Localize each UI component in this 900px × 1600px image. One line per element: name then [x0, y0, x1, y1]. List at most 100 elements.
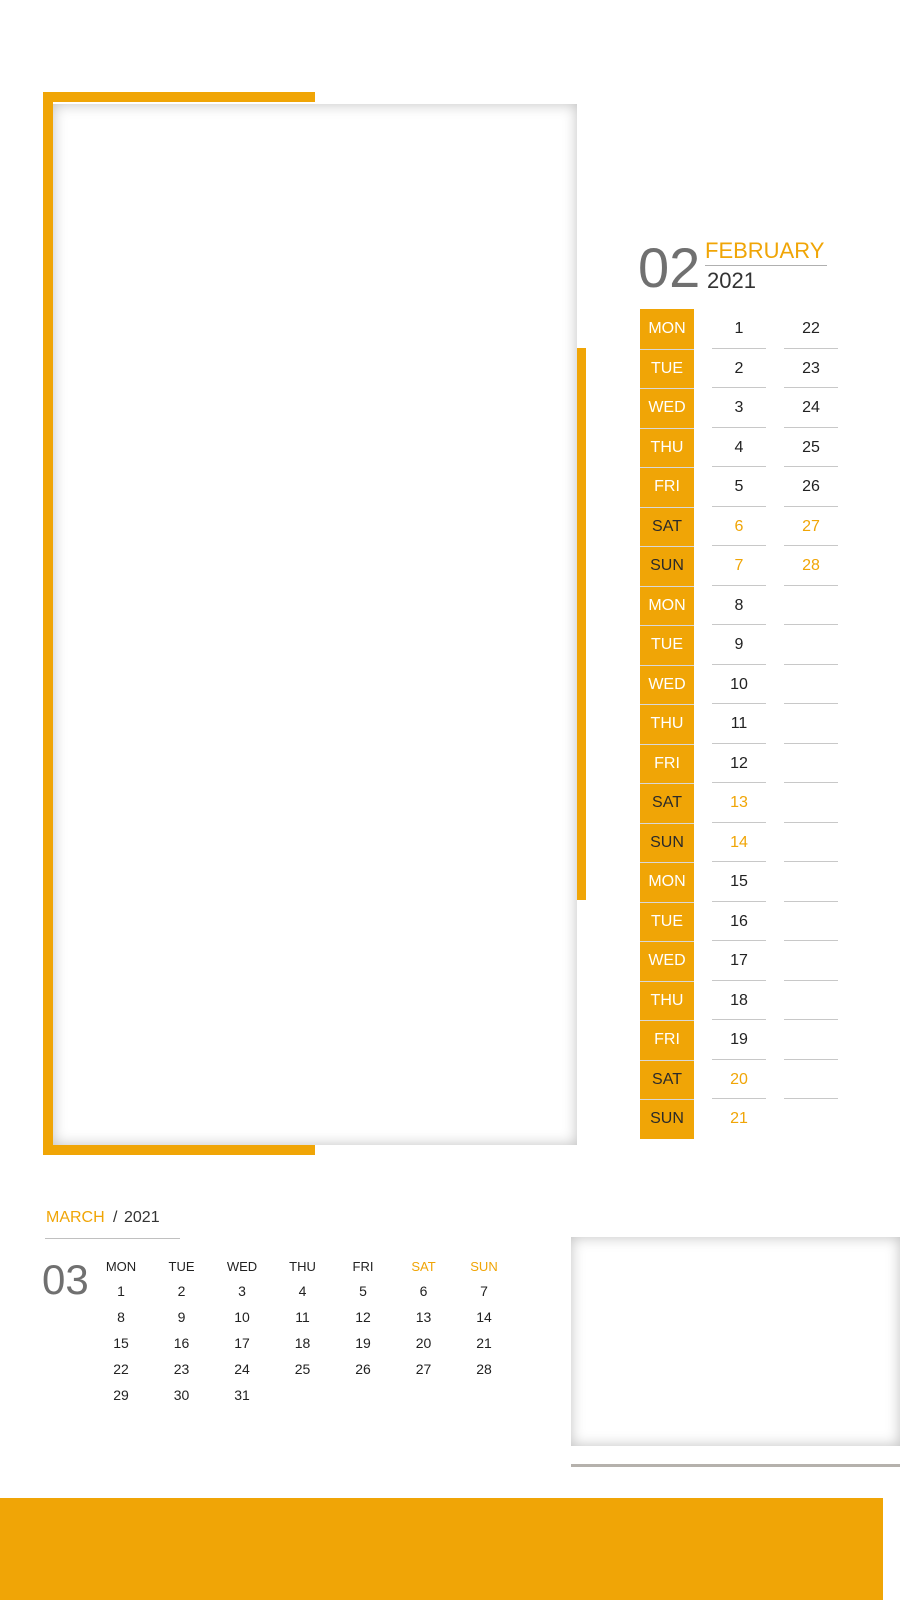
small-photo-placeholder — [571, 1237, 900, 1446]
february-header-divider — [705, 265, 827, 266]
march-weekday-header: THU — [289, 1259, 316, 1274]
day-label: WED — [648, 952, 686, 969]
date-cell: 9 — [734, 636, 744, 653]
day-separator — [640, 1020, 694, 1021]
date-cell: 25 — [802, 438, 820, 456]
date-cell: 6 — [734, 517, 744, 535]
date-cell: 26 — [802, 478, 820, 495]
day-label: TUE — [651, 912, 683, 930]
day-separator — [640, 664, 694, 666]
march-date-cell: 15 — [113, 1335, 129, 1351]
day-label: MON — [648, 873, 686, 890]
day-separator — [640, 862, 694, 863]
day-label: FRI — [654, 1031, 680, 1048]
march-date-cell: 28 — [476, 1361, 492, 1377]
march-title-separator: / — [113, 1209, 118, 1226]
date-cell: 23 — [802, 359, 820, 377]
date-cell: 19 — [730, 1031, 748, 1048]
frame-top-bar — [43, 92, 315, 102]
march-date-cell: 26 — [355, 1361, 371, 1377]
date-cell: 21 — [730, 1110, 748, 1127]
february-number: 02 — [638, 236, 701, 299]
date-line — [784, 861, 838, 862]
march-date-cell: 5 — [359, 1283, 367, 1299]
march-date-cell: 3 — [238, 1283, 246, 1299]
february-year: 2021 — [707, 268, 756, 293]
march-header-divider — [45, 1238, 180, 1239]
date-cell: 20 — [730, 1070, 748, 1088]
date-cell: 3 — [734, 399, 744, 416]
day-separator — [640, 467, 694, 468]
february-month-name: FEBRUARY — [705, 238, 825, 263]
march-weekday-header: SUN — [470, 1259, 498, 1274]
march-weekday-header: SAT — [411, 1259, 436, 1274]
day-label: MON — [648, 320, 686, 337]
date-cell: 10 — [730, 675, 748, 693]
date-line — [784, 940, 838, 941]
date-line — [784, 821, 838, 823]
day-separator — [640, 704, 694, 705]
march-weekday-header: FRI — [352, 1259, 374, 1274]
march-date-cell: 29 — [113, 1387, 129, 1403]
march-date-cell: 1 — [117, 1283, 125, 1299]
date-cell: 27 — [802, 517, 820, 535]
march-date-cell: 2 — [177, 1283, 186, 1299]
day-separator — [640, 783, 694, 784]
date-line — [784, 979, 838, 981]
day-separator — [640, 427, 694, 429]
day-separator — [640, 546, 694, 547]
day-separator — [640, 585, 694, 587]
date-cell: 17 — [730, 952, 748, 969]
small-photo-underline — [571, 1464, 900, 1467]
march-date-cell: 14 — [476, 1309, 492, 1325]
date-line — [784, 624, 838, 625]
march-date-cell: 27 — [415, 1361, 432, 1377]
date-cell: 22 — [802, 320, 820, 337]
day-separator — [640, 1059, 694, 1061]
footer-band — [0, 1498, 883, 1600]
march-month-name: MARCH — [46, 1209, 105, 1226]
day-label: SAT — [652, 794, 682, 811]
day-label: THU — [650, 715, 684, 732]
march-year: 2021 — [124, 1209, 160, 1226]
march-date-cell: 11 — [295, 1309, 310, 1325]
day-label: WED — [648, 399, 686, 416]
date-cell: 1 — [734, 320, 744, 337]
march-date-cell: 9 — [177, 1309, 186, 1325]
date-cell: 28 — [802, 557, 820, 574]
march-date-cell: 31 — [234, 1387, 250, 1403]
march-weekday-header: WED — [226, 1259, 258, 1274]
day-separator — [640, 822, 694, 824]
day-separator — [640, 388, 694, 389]
march-date-cell: 19 — [355, 1335, 371, 1351]
date-line — [784, 703, 838, 704]
march-date-cell: 24 — [234, 1361, 250, 1377]
march-date-cell: 21 — [476, 1335, 492, 1351]
frame-bottom-bar — [43, 1145, 315, 1155]
frame-left-bar — [43, 92, 53, 1155]
march-date-cell: 12 — [355, 1309, 371, 1325]
date-cell: 5 — [734, 478, 744, 495]
march-date-cell: 25 — [294, 1361, 311, 1377]
march-date-cell: 17 — [234, 1335, 250, 1351]
date-cell: 16 — [730, 912, 748, 930]
march-weekday-header: TUE — [168, 1259, 195, 1274]
march-date-cell: 10 — [234, 1309, 250, 1325]
day-label: FRI — [654, 478, 680, 495]
day-label: MON — [648, 596, 686, 614]
photo-placeholder — [53, 104, 577, 1145]
march-date-cell: 4 — [298, 1283, 307, 1299]
march-date-cell: 18 — [294, 1335, 311, 1351]
date-cell: 7 — [734, 557, 744, 574]
march-date-cell: 8 — [117, 1309, 125, 1325]
march-number: 03 — [42, 1256, 89, 1303]
date-cell: 12 — [730, 754, 748, 772]
date-cell: 8 — [734, 596, 744, 614]
day-separator — [640, 941, 694, 942]
frame-right-accent — [576, 348, 586, 900]
day-separator — [640, 506, 694, 508]
day-separator — [640, 901, 694, 903]
march-date-cell: 13 — [415, 1309, 432, 1325]
march-date-cell: 6 — [419, 1283, 428, 1299]
day-separator — [640, 980, 694, 982]
